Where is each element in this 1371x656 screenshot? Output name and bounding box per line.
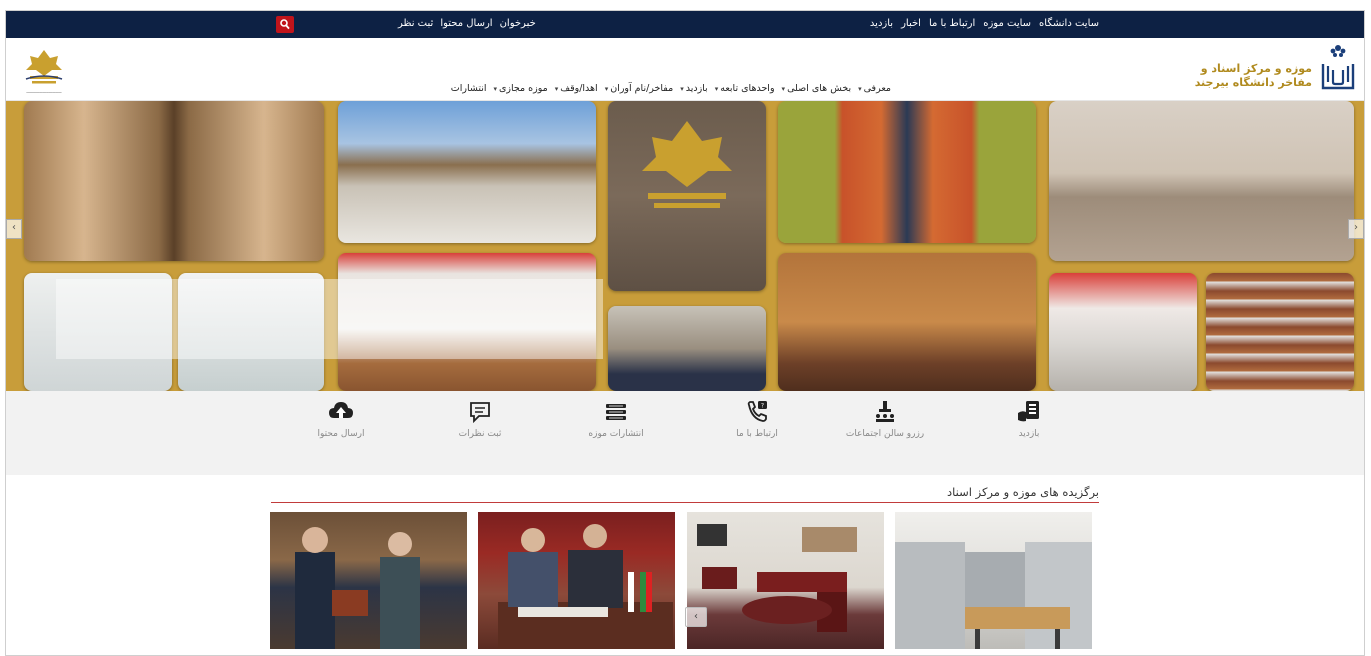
featured-card[interactable] [270,512,467,649]
top-link-feedback[interactable]: ثبت نظر [398,18,433,29]
slide-museum-logo-wood [608,101,766,291]
nav-item-main-sections[interactable]: بخش های اصلی▾ [782,83,852,94]
nav-item-virtual-museum[interactable]: موزه مجازی▾ [493,83,547,94]
featured-photo-signing [498,524,673,649]
featured-photo-people [295,527,420,649]
top-links-left: خبرخوان ارسال محتوا ثبت نظر [398,18,536,29]
books-stack-icon [606,404,626,420]
quick-link-visit[interactable]: بازدید [974,399,1084,439]
museum-emblem-icon [642,121,732,208]
quick-link-label: رزرو سالن اجتماعات [845,429,925,439]
top-link-visit[interactable]: بازدید [870,18,893,29]
hall-reserve-icon [876,401,894,422]
top-bar: سایت دانشگاه سایت موزه ارتباط با ما اخبا… [6,11,1364,38]
slide-photo-bookcase [1206,273,1354,391]
featured-section: برگزیده های موزه و مرکز اسناد ‹ [6,475,1364,655]
museum-logo[interactable]: ــــــــــــــــــــــــــــــ [12,46,76,96]
quick-link-label: بازدید [1018,429,1040,439]
university-logo[interactable] [1320,42,1356,92]
search-button[interactable] [276,16,294,33]
chevron-down-icon: ▾ [781,85,786,93]
featured-photo-lounge [697,524,857,632]
featured-title: برگزیده های موزه و مرکز اسناد [947,485,1099,499]
main-nav: معرفی▾ بخش های اصلی▾ واحدهای تابعه▾ بازد… [386,83,891,94]
featured-prev-button[interactable]: ‹ [685,607,707,627]
top-link-send-content[interactable]: ارسال محتوا [440,18,492,29]
chevron-down-icon: ▾ [493,85,497,93]
chevron-down-icon: ▾ [680,85,684,93]
slide-photo-tunnel [24,101,324,261]
browser-page: سایت دانشگاه سایت موزه ارتباط با ما اخبا… [5,10,1365,656]
featured-photo-archive [895,542,1092,649]
site-title-line1: موزه و مرکز اسناد و [1200,62,1312,75]
featured-card[interactable] [895,512,1092,649]
cloud-upload-icon [329,402,353,418]
quick-link-publications[interactable]: انتشارات موزه [561,399,671,439]
phone-contact-icon: ? [747,401,767,422]
chevron-down-icon: ▾ [714,85,719,93]
nav-item-units[interactable]: واحدهای تابعه▾ [715,83,775,94]
visit-card-icon [1018,401,1039,422]
slide-photo-carved-wall [778,253,1036,391]
nav-item-donation[interactable]: اهدا/وقف▾ [555,83,598,94]
featured-card[interactable] [478,512,675,649]
search-icon [280,19,290,30]
slide-caption-overlay [56,279,603,359]
site-title[interactable]: موزه و مرکز اسناد و مفاخر دانشگاه بیرجند [1195,62,1312,90]
quick-link-send-content[interactable]: ارسال محتوا [286,399,396,439]
chevron-down-icon: ▾ [604,85,609,93]
quick-link-hall-reserve[interactable]: رزرو سالن اجتماعات [830,399,940,439]
top-link-rss[interactable]: خبرخوان [500,18,536,29]
slide-photo-red-doors [778,101,1036,243]
nav-item-publications[interactable]: انتشارات [451,83,487,94]
nav-item-intro[interactable]: معرفی▾ [858,83,891,94]
top-link-contact[interactable]: ارتباط با ما [929,18,975,29]
top-link-museum-site[interactable]: سایت موزه [983,18,1031,29]
quick-link-contact[interactable]: ? ارتباط با ما [702,399,812,439]
comment-icon [470,402,490,424]
quick-link-label: ارتباط با ما [736,429,778,439]
chevron-down-icon: ▾ [554,85,559,93]
chevron-down-icon: ▾ [858,85,862,93]
slide-photo-courtyard [338,101,596,243]
top-link-news[interactable]: اخبار [901,18,921,29]
slide-photo-corridor [1049,273,1197,391]
svg-text:ــــــــــــــــــــــــــــــ: ــــــــــــــــــــــــــــــ [25,89,62,94]
nav-item-notables[interactable]: مفاخر/نام آوران▾ [605,83,674,94]
quick-link-feedback[interactable]: ثبت نظرات [425,399,535,439]
quick-link-label: ارسال محتوا [317,429,365,439]
featured-divider [271,502,1099,503]
top-link-university-site[interactable]: سایت دانشگاه [1039,18,1099,29]
slider-next-button[interactable]: › [1348,219,1364,239]
hero-slider: ‹ › [6,101,1364,391]
quick-links: بازدید رزرو سالن اجتماعات ? ارتباط با ما [6,391,1364,475]
top-links-right: سایت دانشگاه سایت موزه ارتباط با ما اخبا… [870,18,1099,29]
quick-link-label: انتشارات موزه [588,429,644,439]
site-header: موزه و مرکز اسناد و مفاخر دانشگاه بیرجند… [6,38,1364,101]
slide-photo-showcases [1049,101,1354,261]
slide-photo-auditorium [608,306,766,391]
svg-text:?: ? [761,403,764,410]
slider-prev-button[interactable]: ‹ [6,219,22,239]
featured-card[interactable] [687,512,884,649]
nav-item-visit[interactable]: بازدید▾ [680,83,708,94]
site-title-line2: مفاخر دانشگاه بیرجند [1194,76,1312,89]
quick-link-label: ثبت نظرات [458,429,502,439]
